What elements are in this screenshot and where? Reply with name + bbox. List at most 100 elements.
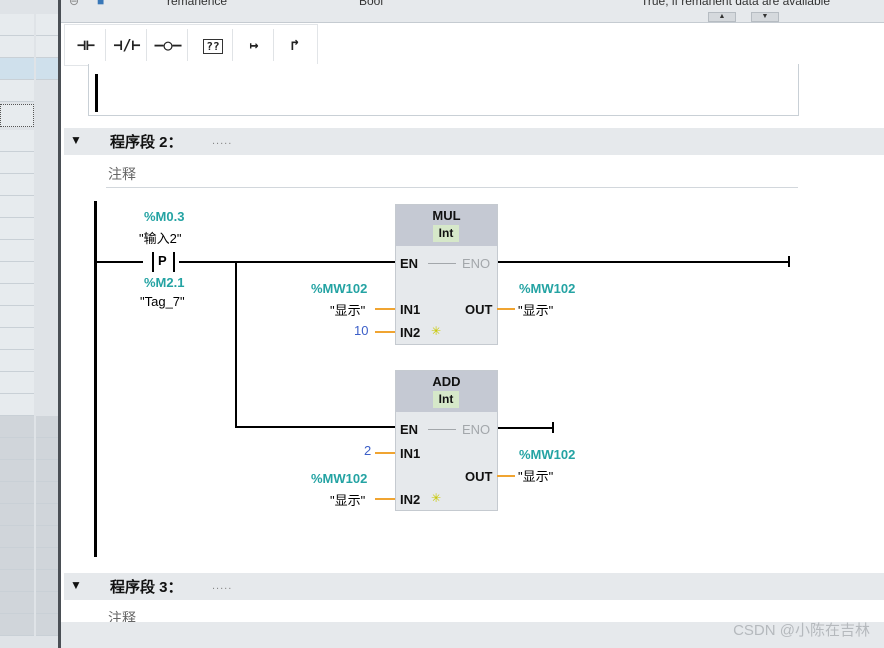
row-icon: ⊖ — [69, 0, 80, 8]
left-panel-row[interactable] — [0, 152, 34, 174]
left-panel-row[interactable] — [36, 504, 58, 526]
left-panel-row[interactable] — [0, 328, 34, 350]
left-panel-row[interactable] — [0, 262, 34, 284]
mul-eno-pin: ENO — [462, 256, 491, 271]
left-panel-row[interactable] — [0, 80, 34, 102]
left-panel-row[interactable] — [36, 526, 58, 548]
left-panel-row[interactable] — [0, 548, 34, 570]
add-in2-tag[interactable]: "显示" — [330, 490, 365, 509]
add-input-star-icon[interactable]: ✳ — [431, 324, 441, 338]
left-panel-row[interactable] — [0, 130, 34, 152]
left-panel-row[interactable] — [0, 592, 34, 614]
scroll-down-arrow[interactable]: ▼ — [751, 12, 779, 22]
left-panel-row[interactable] — [0, 350, 34, 372]
close-branch-icon: ↱ — [290, 36, 300, 54]
network-title-placeholder[interactable]: ..... — [212, 135, 232, 147]
interface-table-row[interactable]: ⊖ ■ remanence Bool True, if remanent dat… — [61, 0, 884, 23]
left-panel-row[interactable] — [0, 174, 34, 196]
left-panel-row[interactable] — [0, 526, 34, 548]
add-input-star-icon[interactable]: ✳ — [431, 491, 441, 505]
network-2-comment[interactable]: 注释 — [106, 161, 798, 188]
collapse-triangle-icon[interactable]: ▼ — [70, 578, 82, 592]
contact-tag-name[interactable]: "输入2" — [139, 228, 181, 247]
add-data-type[interactable]: Int — [433, 391, 459, 408]
normally-open-contact-button[interactable]: ⊣⊢ — [67, 29, 106, 61]
contact-address[interactable]: %M0.3 — [144, 209, 184, 224]
left-panel-row[interactable] — [36, 460, 58, 482]
edge-memory-tag-name[interactable]: "Tag_7" — [140, 294, 185, 309]
left-panel-row[interactable] — [0, 218, 34, 240]
left-panel-row[interactable] — [36, 570, 58, 592]
left-panel-row[interactable] — [36, 482, 58, 504]
left-panel-row[interactable] — [0, 460, 34, 482]
left-panel-row[interactable] — [36, 36, 58, 58]
left-panel-row[interactable] — [0, 36, 34, 58]
left-panel-row[interactable] — [36, 14, 58, 36]
open-branch-button[interactable]: ↦ — [235, 29, 274, 61]
mul-eno-wire — [497, 261, 789, 263]
add-out-tag[interactable]: "显示" — [518, 466, 553, 485]
mul-out-tag[interactable]: "显示" — [518, 300, 553, 319]
network-2-header[interactable]: ▼ 程序段 2： ..... — [64, 128, 884, 155]
mul-block-name: MUL — [432, 208, 461, 223]
table-cell-comment: True, if remanent data are available — [641, 0, 830, 8]
left-panel-row[interactable] — [0, 614, 34, 636]
mul-in1-tag[interactable]: "显示" — [330, 300, 365, 319]
add-in2-address[interactable]: %MW102 — [311, 471, 367, 486]
contact-type-label: P — [158, 253, 167, 268]
network-title: 程序段 3： — [110, 579, 183, 596]
left-panel-row[interactable] — [36, 438, 58, 460]
mul-out-wire — [497, 308, 515, 310]
network-3-header[interactable]: ▼ 程序段 3： ..... — [64, 573, 884, 600]
mul-in2-pin: IN2 — [400, 325, 421, 340]
left-panel-row[interactable] — [36, 58, 58, 80]
empty-box-icon: ?? — [203, 39, 223, 54]
mul-out-address[interactable]: %MW102 — [519, 281, 575, 296]
left-panel-row[interactable] — [0, 438, 34, 460]
left-panel-row[interactable] — [36, 592, 58, 614]
network-1-area[interactable] — [88, 64, 799, 116]
left-panel-row[interactable] — [0, 570, 34, 592]
left-panel-row[interactable] — [0, 372, 34, 394]
collapse-triangle-icon[interactable]: ▼ — [70, 133, 82, 147]
p-contact[interactable]: P — [143, 252, 179, 272]
scroll-up-arrow[interactable]: ▲ — [708, 12, 736, 22]
left-panel-row[interactable] — [0, 416, 34, 438]
add-in1-constant[interactable]: 2 — [364, 443, 371, 458]
output-coil-button[interactable]: –○– — [149, 29, 188, 61]
panel-divider[interactable] — [58, 0, 61, 648]
rung-end-marker — [788, 256, 790, 267]
mul-en-pin: EN — [400, 256, 419, 271]
empty-box-button[interactable]: ?? — [194, 29, 233, 61]
add-out-address[interactable]: %MW102 — [519, 447, 575, 462]
open-branch-icon: ↦ — [249, 36, 259, 54]
mul-in2-wire — [375, 331, 395, 333]
left-panel-row[interactable] — [0, 284, 34, 306]
mul-data-type[interactable]: Int — [433, 225, 459, 242]
left-panel-row-focused[interactable] — [0, 104, 34, 127]
add-eno-pin: ENO — [462, 422, 491, 437]
watermark: CSDN @小陈在吉林 — [733, 622, 870, 639]
rung-wire — [97, 261, 396, 263]
left-panel-row[interactable] — [0, 196, 34, 218]
contact-bar-left — [152, 252, 154, 272]
left-panel-row[interactable] — [36, 614, 58, 636]
mul-in1-address[interactable]: %MW102 — [311, 281, 367, 296]
network-title-placeholder[interactable]: ..... — [212, 580, 232, 592]
left-panel-row[interactable] — [0, 482, 34, 504]
add-block[interactable]: ADD Int EN ENO IN1 OUT IN2 ✳ — [395, 370, 498, 511]
left-panel-row[interactable] — [36, 416, 58, 438]
normally-closed-contact-button[interactable]: ⊣/⊢ — [108, 29, 147, 61]
edge-memory-address[interactable]: %M2.1 — [144, 275, 184, 290]
close-branch-button[interactable]: ↱ — [276, 29, 314, 61]
left-panel-row[interactable] — [0, 240, 34, 262]
mul-in2-constant[interactable]: 10 — [354, 323, 368, 338]
mul-block[interactable]: MUL Int EN ENO IN1 OUT IN2 ✳ — [395, 204, 498, 345]
left-panel-row[interactable] — [0, 306, 34, 328]
left-panel-row[interactable] — [0, 394, 34, 416]
branch-wire — [235, 261, 237, 428]
left-panel-row[interactable] — [36, 548, 58, 570]
left-panel-row[interactable] — [0, 504, 34, 526]
left-panel-row[interactable] — [0, 14, 34, 36]
left-panel-row[interactable] — [0, 58, 34, 80]
